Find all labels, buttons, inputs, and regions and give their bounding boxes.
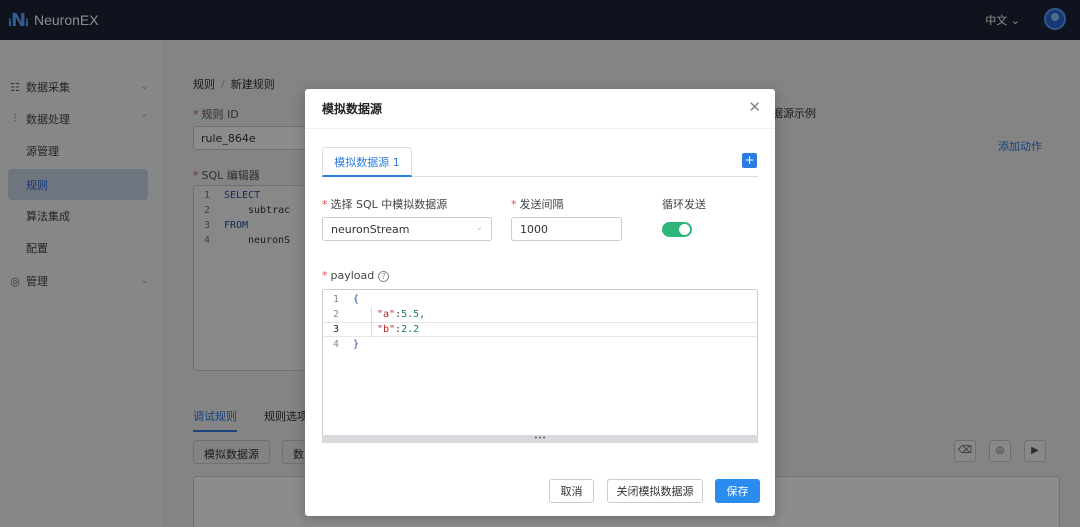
- chevron-down-icon: ⌄: [475, 223, 483, 233]
- loop-toggle[interactable]: [662, 222, 692, 237]
- editor-resize-handle[interactable]: •••: [322, 435, 758, 443]
- divider: [305, 128, 775, 129]
- help-icon[interactable]: ?: [378, 270, 390, 282]
- payload-label: * payload?: [322, 269, 390, 282]
- close-icon[interactable]: ✕: [748, 98, 761, 116]
- divider: [412, 176, 758, 177]
- close-mock-source-button[interactable]: 关闭模拟数据源: [607, 479, 703, 503]
- save-button[interactable]: 保存: [715, 479, 760, 503]
- interval-input[interactable]: 1000: [511, 217, 622, 241]
- select-source-label: * 选择 SQL 中模拟数据源: [322, 198, 448, 211]
- cancel-button[interactable]: 取消: [549, 479, 594, 503]
- mock-source-dialog: 模拟数据源 ✕ 模拟数据源 1 + * 选择 SQL 中模拟数据源 * 发送间隔 循…: [305, 89, 775, 516]
- add-tab-icon[interactable]: +: [742, 153, 757, 168]
- indent-guide: [371, 307, 372, 337]
- payload-editor[interactable]: 1{ 2 "a":5.5, 3 "b":2.2 4}: [322, 289, 758, 443]
- source-select[interactable]: neuronStream ⌄: [322, 217, 492, 241]
- loop-label: 循环发送: [662, 198, 706, 211]
- dialog-title: 模拟数据源: [322, 102, 383, 116]
- interval-label: * 发送间隔: [511, 198, 564, 211]
- tab-mock-source-1[interactable]: 模拟数据源 1: [322, 147, 412, 177]
